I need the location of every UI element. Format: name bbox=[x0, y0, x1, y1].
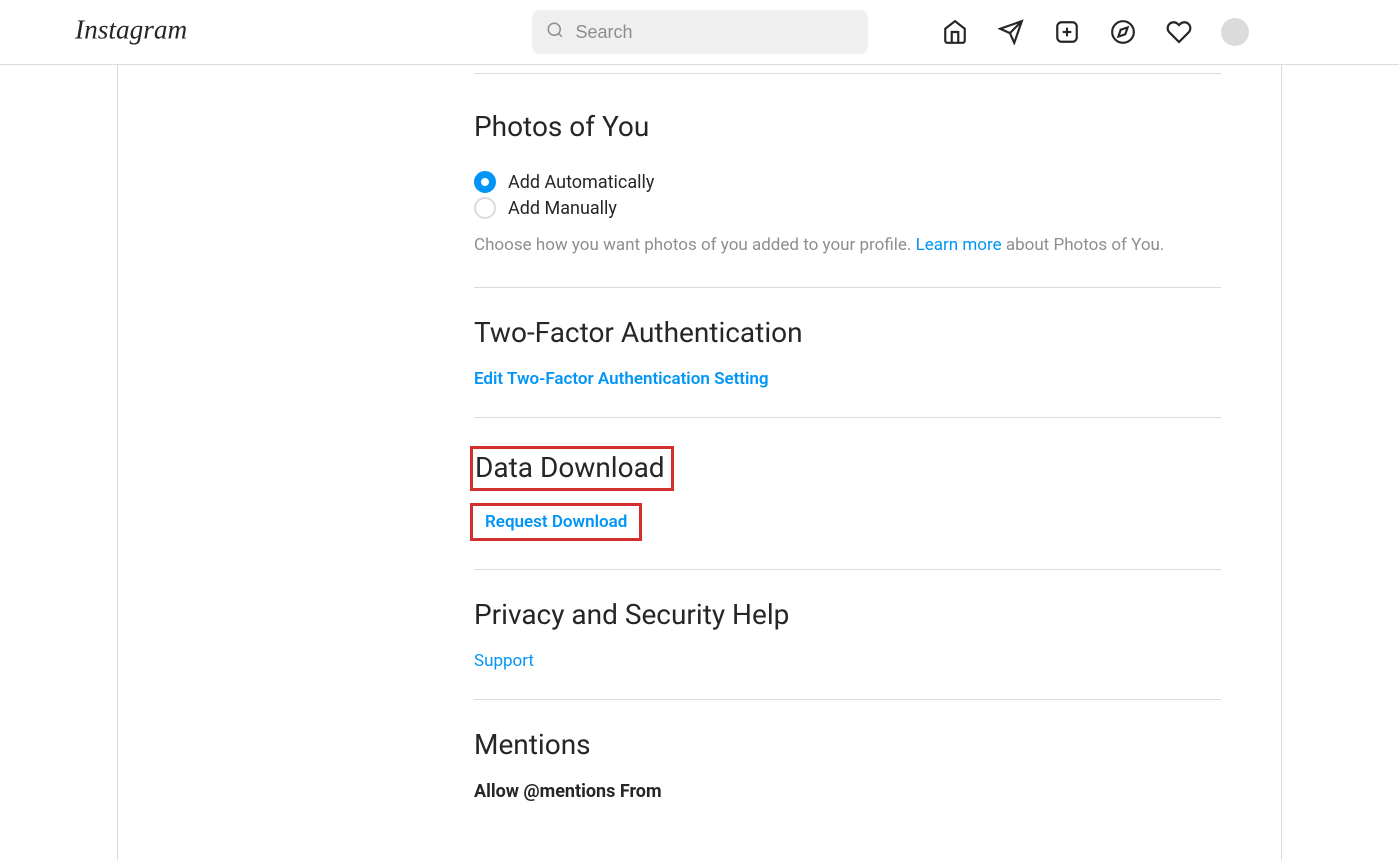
messenger-icon[interactable] bbox=[997, 18, 1025, 46]
support-link[interactable]: Support bbox=[474, 651, 534, 671]
activity-icon[interactable] bbox=[1165, 18, 1193, 46]
radio-add-automatically[interactable]: Add Automatically bbox=[474, 171, 1221, 193]
radio-selected-icon bbox=[474, 171, 496, 193]
settings-panel: Photos of You Add Automatically Add Manu… bbox=[117, 65, 1282, 860]
section-photos-of-you: Photos of You Add Automatically Add Manu… bbox=[474, 73, 1221, 287]
request-download-link[interactable]: Request Download bbox=[485, 512, 627, 532]
brand-logo[interactable]: Instagram bbox=[75, 9, 205, 55]
nav-icons bbox=[941, 18, 1249, 46]
section-title-2fa: Two-Factor Authentication bbox=[474, 316, 1221, 349]
help-text-pre: Choose how you want photos of you added … bbox=[474, 235, 916, 255]
help-text-post: about Photos of You. bbox=[1002, 235, 1165, 255]
profile-avatar[interactable] bbox=[1221, 18, 1249, 46]
search-container bbox=[532, 10, 868, 54]
highlight-title-data-download: Data Download bbox=[470, 446, 674, 491]
explore-icon[interactable] bbox=[1109, 18, 1137, 46]
radio-add-manually[interactable]: Add Manually bbox=[474, 197, 1221, 219]
section-title-privacy-help: Privacy and Security Help bbox=[474, 598, 1221, 631]
section-title-mentions: Mentions bbox=[474, 728, 1221, 761]
radio-label-manual: Add Manually bbox=[508, 198, 617, 219]
section-privacy-help: Privacy and Security Help Support bbox=[474, 569, 1221, 699]
section-title-photos: Photos of You bbox=[474, 110, 1221, 143]
section-mentions: Mentions Allow @mentions From bbox=[474, 699, 1221, 830]
svg-text:Instagram: Instagram bbox=[75, 15, 187, 45]
new-post-icon[interactable] bbox=[1053, 18, 1081, 46]
photos-radio-group: Add Automatically Add Manually bbox=[474, 171, 1221, 219]
settings-content: Photos of You Add Automatically Add Manu… bbox=[474, 65, 1281, 830]
radio-unselected-icon bbox=[474, 197, 496, 219]
radio-label-auto: Add Automatically bbox=[508, 172, 654, 193]
learn-more-link[interactable]: Learn more bbox=[916, 235, 1002, 255]
search-icon bbox=[546, 21, 564, 43]
home-icon[interactable] bbox=[941, 18, 969, 46]
instagram-wordmark-icon: Instagram bbox=[75, 9, 205, 55]
section-two-factor: Two-Factor Authentication Edit Two-Facto… bbox=[474, 287, 1221, 417]
section-title-data-download: Data Download bbox=[475, 451, 665, 484]
mentions-sub-heading: Allow @mentions From bbox=[474, 781, 1221, 802]
edit-2fa-link[interactable]: Edit Two-Factor Authentication Setting bbox=[474, 369, 769, 389]
page-container: Photos of You Add Automatically Add Manu… bbox=[0, 65, 1399, 860]
top-nav: Instagram bbox=[0, 0, 1399, 65]
highlight-link-request-download: Request Download bbox=[470, 503, 642, 541]
search-input[interactable] bbox=[532, 10, 868, 54]
section-data-download: Data Download Request Download bbox=[474, 417, 1221, 569]
photos-help-text: Choose how you want photos of you added … bbox=[474, 233, 1221, 259]
